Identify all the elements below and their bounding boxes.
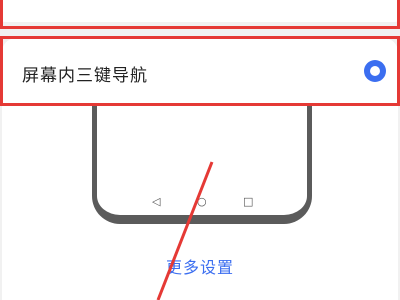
red-annotation-arrow	[156, 161, 214, 300]
